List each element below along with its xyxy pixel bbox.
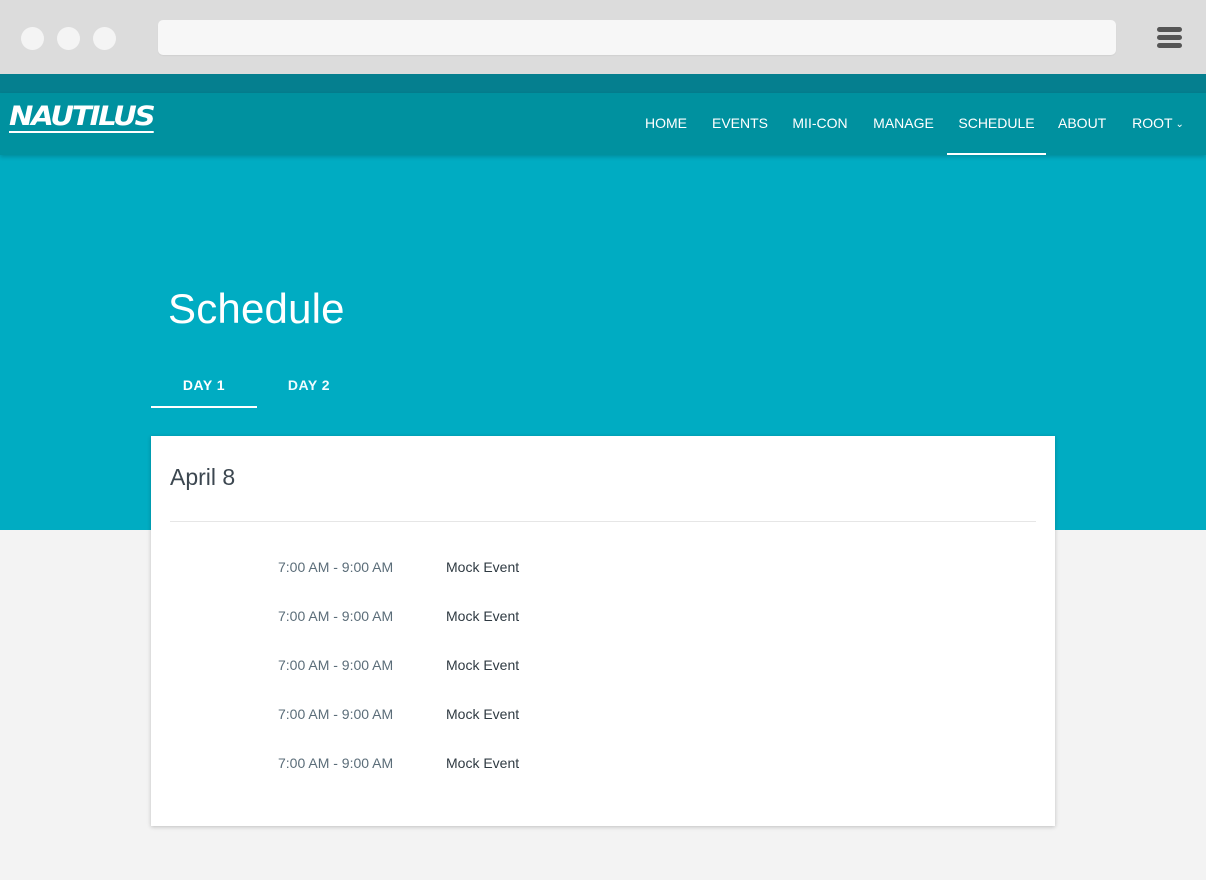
top-strip <box>0 74 1206 93</box>
event-name: Mock Event <box>446 559 520 575</box>
nav-item-schedule[interactable]: SCHEDULE <box>947 93 1046 155</box>
window-close-dot[interactable] <box>21 27 44 50</box>
event-time: 7:00 AM - 9:00 AM <box>278 608 394 624</box>
event-time: 7:00 AM - 9:00 AM <box>278 755 394 771</box>
event-time: 7:00 AM - 9:00 AM <box>278 559 394 575</box>
window-minimize-dot[interactable] <box>57 27 80 50</box>
address-bar[interactable] <box>158 20 1116 55</box>
hamburger-menu-icon[interactable] <box>1157 27 1182 49</box>
chevron-down-icon: ⌄ <box>1175 119 1184 130</box>
tab-day-1[interactable]: DAY 1 <box>151 363 257 408</box>
event-name: Mock Event <box>446 657 520 673</box>
event-name: Mock Event <box>446 755 520 771</box>
site-navbar: NAUTILUS HOME EVENTS MII-CON MANAGE SCHE… <box>0 93 1206 155</box>
tab-day-2[interactable]: DAY 2 <box>256 363 362 408</box>
divider <box>170 521 1036 522</box>
event-name: Mock Event <box>446 608 520 624</box>
nav-item-root[interactable]: ROOT ⌄ <box>1131 93 1185 155</box>
event-time: 7:00 AM - 9:00 AM <box>278 657 394 673</box>
event-row[interactable]: 7:00 AM - 9:00 AM Mock Event <box>151 657 1055 681</box>
nav-item-root-label: ROOT <box>1132 115 1173 131</box>
event-name: Mock Event <box>446 706 520 722</box>
browser-toolbar <box>0 0 1206 74</box>
event-row[interactable]: 7:00 AM - 9:00 AM Mock Event <box>151 559 1055 583</box>
nav-item-manage[interactable]: MANAGE <box>873 93 934 155</box>
event-time: 7:00 AM - 9:00 AM <box>278 706 394 722</box>
event-row[interactable]: 7:00 AM - 9:00 AM Mock Event <box>151 706 1055 730</box>
event-row[interactable]: 7:00 AM - 9:00 AM Mock Event <box>151 608 1055 632</box>
page-title: Schedule <box>168 285 345 332</box>
schedule-card: April 8 7:00 AM - 9:00 AM Mock Event 7:0… <box>151 436 1055 826</box>
schedule-date: April 8 <box>170 464 236 490</box>
nav-item-mii-con[interactable]: MII-CON <box>792 93 848 155</box>
nav-item-about[interactable]: ABOUT <box>1058 93 1106 155</box>
nav-item-home[interactable]: HOME <box>644 93 688 155</box>
event-row[interactable]: 7:00 AM - 9:00 AM Mock Event <box>151 755 1055 779</box>
nav-item-events[interactable]: EVENTS <box>712 93 768 155</box>
window-maximize-dot[interactable] <box>93 27 116 50</box>
nautilus-logo[interactable]: NAUTILUS <box>9 103 156 133</box>
